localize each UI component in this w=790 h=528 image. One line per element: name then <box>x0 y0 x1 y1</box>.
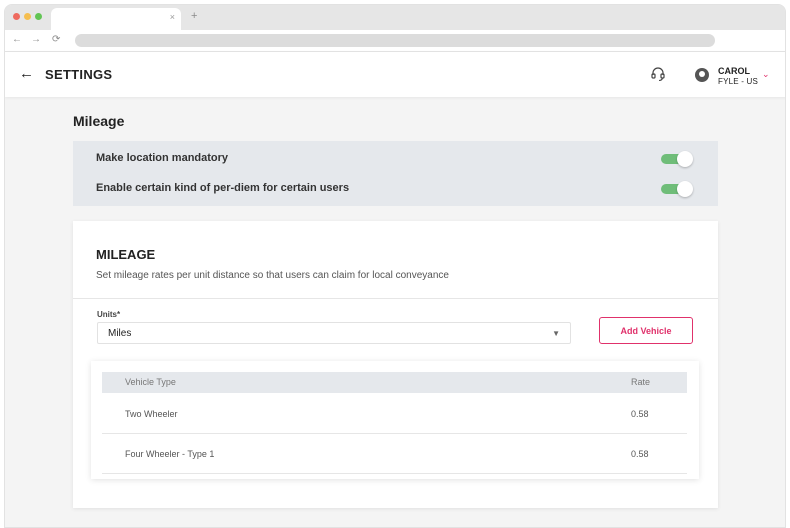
table-header: Vehicle Type Rate <box>102 372 687 393</box>
window-controls <box>13 13 42 20</box>
tab-close-icon[interactable]: × <box>170 12 175 22</box>
rate-cell: 0.58 <box>631 449 649 459</box>
user-name[interactable]: CAROL <box>718 66 750 76</box>
minimize-window-dot[interactable] <box>24 13 31 20</box>
units-selected-value: Miles <box>108 328 132 339</box>
browser-window: × + ← → ⟳ ← SETTINGS CAROL FYLE - US ⌄ M… <box>4 4 786 528</box>
toggle-row-per-diem: Enable certain kind of per-diem for cert… <box>73 174 718 204</box>
tab-strip: × + <box>5 5 785 30</box>
mileage-card: MILEAGE Set mileage rates per unit dista… <box>73 221 718 508</box>
toggle-knob <box>677 181 693 197</box>
browser-forward-icon[interactable]: → <box>31 34 41 45</box>
toggle-row-location: Make location mandatory <box>73 144 718 174</box>
browser-back-icon[interactable]: ← <box>12 34 22 45</box>
new-tab-icon[interactable]: + <box>191 10 197 22</box>
vehicle-type-cell: Two Wheeler <box>125 409 178 419</box>
vehicles-table: Vehicle Type Rate Two Wheeler 0.58 Four … <box>91 361 699 479</box>
rate-cell: 0.58 <box>631 409 649 419</box>
units-label: Units* <box>97 310 121 319</box>
units-select[interactable]: Miles ▼ <box>97 322 571 344</box>
toggles-card: Make location mandatory Enable certain k… <box>73 141 718 206</box>
location-mandatory-toggle[interactable] <box>661 151 693 167</box>
user-org[interactable]: FYLE - US <box>718 77 758 86</box>
add-vehicle-button[interactable]: Add Vehicle <box>599 317 693 344</box>
mileage-card-title: MILEAGE <box>96 247 156 262</box>
column-header-rate: Rate <box>631 377 651 387</box>
back-arrow-icon[interactable]: ← <box>19 65 34 82</box>
chevron-down-icon[interactable]: ⌄ <box>762 69 770 80</box>
caret-down-icon: ▼ <box>552 329 560 338</box>
toggle-label: Enable certain kind of per-diem for cert… <box>96 182 350 194</box>
toggle-knob <box>677 151 693 167</box>
section-title: Mileage <box>73 113 125 129</box>
toggle-label: Make location mandatory <box>96 152 229 164</box>
browser-reload-icon[interactable]: ⟳ <box>52 34 60 45</box>
browser-tab[interactable]: × <box>51 8 181 30</box>
column-header-vehicle-type: Vehicle Type <box>125 377 176 387</box>
close-window-dot[interactable] <box>13 13 20 20</box>
divider <box>73 298 718 299</box>
user-avatar-icon[interactable] <box>695 68 709 82</box>
maximize-window-dot[interactable] <box>35 13 42 20</box>
address-bar: ← → ⟳ <box>5 30 785 52</box>
page-title: SETTINGS <box>45 67 113 82</box>
headset-icon[interactable] <box>650 66 666 82</box>
per-diem-toggle[interactable] <box>661 181 693 197</box>
mileage-card-description: Set mileage rates per unit distance so t… <box>96 270 449 281</box>
divider <box>102 473 687 474</box>
url-field[interactable] <box>75 34 715 47</box>
app-header: ← SETTINGS CAROL FYLE - US ⌄ <box>5 52 785 97</box>
table-row[interactable]: Two Wheeler 0.58 <box>102 394 687 434</box>
table-row[interactable]: Four Wheeler - Type 1 0.58 <box>102 434 687 474</box>
vehicle-type-cell: Four Wheeler - Type 1 <box>125 449 215 459</box>
